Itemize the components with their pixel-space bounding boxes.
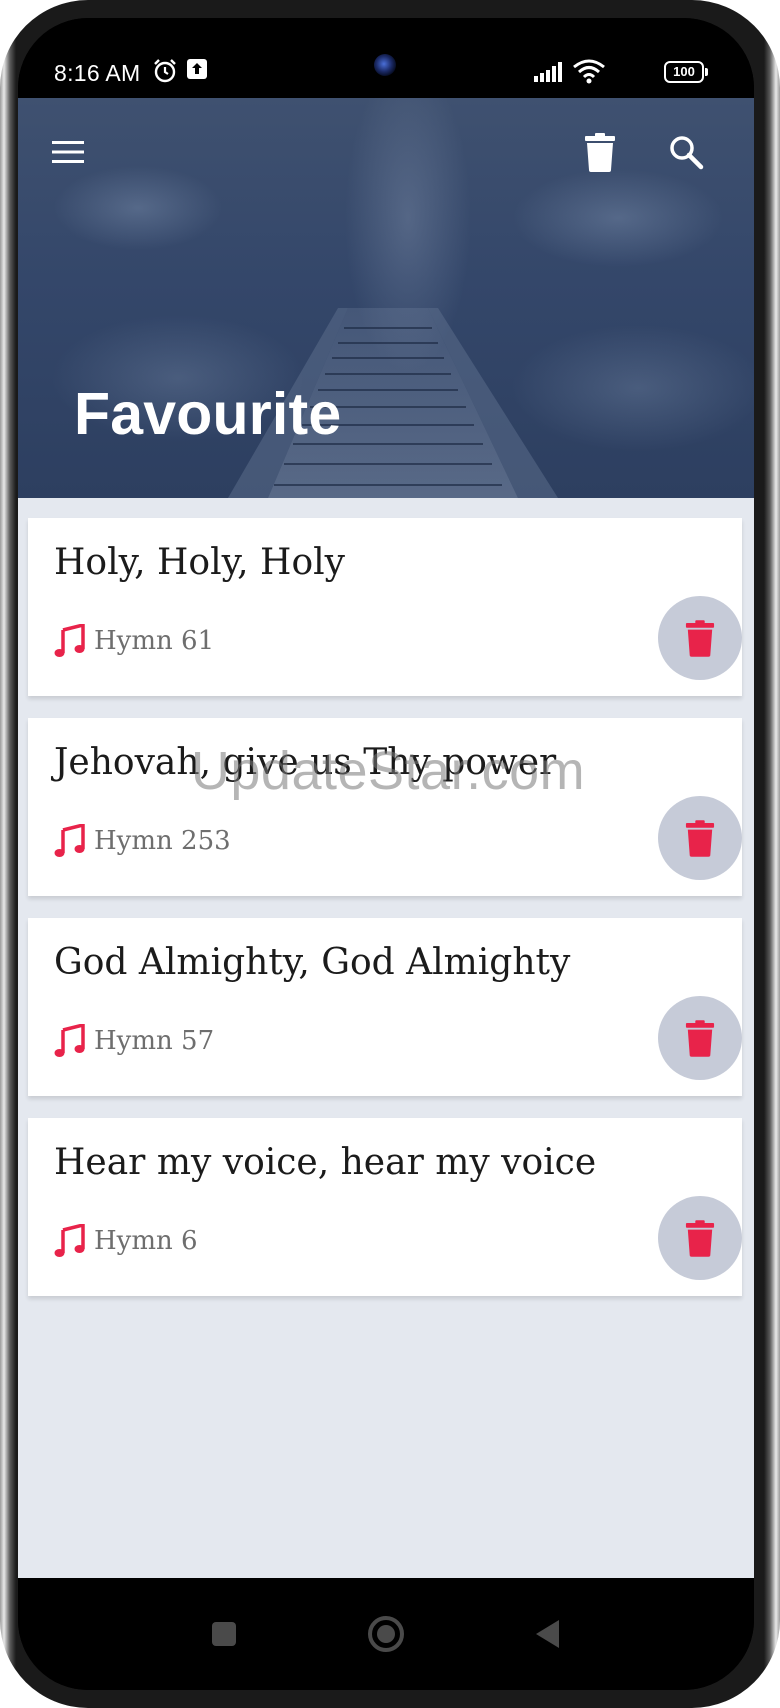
remove-favourite-button[interactable] xyxy=(658,1196,742,1280)
hamburger-menu-icon xyxy=(52,141,84,163)
alarm-icon xyxy=(154,59,176,83)
screen: 8:16 AM 100 Favourite Holy, Holy, Holy H… xyxy=(18,18,754,1690)
hymn-number: Hymn 57 xyxy=(94,1026,215,1056)
remove-favourite-button[interactable] xyxy=(658,996,742,1080)
hymn-title: God Almighty, God Almighty xyxy=(54,942,571,983)
front-camera xyxy=(374,54,396,76)
wifi-icon xyxy=(573,59,605,84)
circle-home-icon xyxy=(368,1616,404,1652)
signal-icon xyxy=(534,62,562,82)
menu-button[interactable] xyxy=(44,128,92,176)
favourite-item[interactable]: Holy, Holy, Holy Hymn 61 xyxy=(28,518,742,696)
hymn-title: Hear my voice, hear my voice xyxy=(54,1142,597,1183)
status-bar: 8:16 AM 100 xyxy=(18,18,754,98)
app-content: Favourite Holy, Holy, Holy Hymn 61 Jehov… xyxy=(18,98,754,1578)
search-button[interactable] xyxy=(662,128,710,176)
trash-icon xyxy=(685,1220,715,1257)
trash-icon xyxy=(685,1020,715,1057)
collapsing-header: Favourite xyxy=(18,98,754,498)
delete-all-button[interactable] xyxy=(576,128,624,176)
trash-icon xyxy=(685,820,715,857)
music-note-icon xyxy=(54,624,85,657)
hymn-number-row: Hymn 253 xyxy=(54,824,231,858)
favourite-item[interactable]: Hear my voice, hear my voice Hymn 6 xyxy=(28,1118,742,1296)
favourite-item[interactable]: God Almighty, God Almighty Hymn 57 xyxy=(28,918,742,1096)
back-button[interactable] xyxy=(520,1606,576,1662)
trash-icon xyxy=(685,620,715,657)
hymn-title: Holy, Holy, Holy xyxy=(54,542,345,583)
triangle-back-icon xyxy=(536,1620,559,1648)
hymn-number: Hymn 253 xyxy=(94,826,231,856)
home-button[interactable] xyxy=(358,1606,414,1662)
remove-favourite-button[interactable] xyxy=(658,596,742,680)
trash-icon xyxy=(585,133,615,172)
battery-tip xyxy=(705,68,708,76)
music-note-icon xyxy=(54,824,85,857)
hymn-number-row: Hymn 6 xyxy=(54,1224,198,1258)
hymn-number: Hymn 6 xyxy=(94,1226,198,1256)
square-recents-icon xyxy=(212,1622,236,1646)
status-time: 8:16 AM xyxy=(54,60,141,86)
favourite-item[interactable]: Jehovah, give us Thy power Hymn 253 xyxy=(28,718,742,896)
system-navigation-bar xyxy=(18,1578,754,1690)
battery-icon: 100 xyxy=(664,61,704,83)
upload-notification-icon xyxy=(187,59,207,79)
hymn-number: Hymn 61 xyxy=(94,626,215,656)
music-note-icon xyxy=(54,1024,85,1057)
recents-button[interactable] xyxy=(196,1606,252,1662)
music-note-icon xyxy=(54,1224,85,1257)
hymn-number-row: Hymn 57 xyxy=(54,1024,214,1058)
remove-favourite-button[interactable] xyxy=(658,796,742,880)
search-icon xyxy=(670,136,704,170)
phone-frame: 8:16 AM 100 Favourite Holy, Holy, Holy H… xyxy=(0,0,780,1708)
hymn-number-row: Hymn 61 xyxy=(54,624,214,658)
page-title: Favourite xyxy=(74,381,342,447)
hymn-title: Jehovah, give us Thy power xyxy=(54,742,557,783)
